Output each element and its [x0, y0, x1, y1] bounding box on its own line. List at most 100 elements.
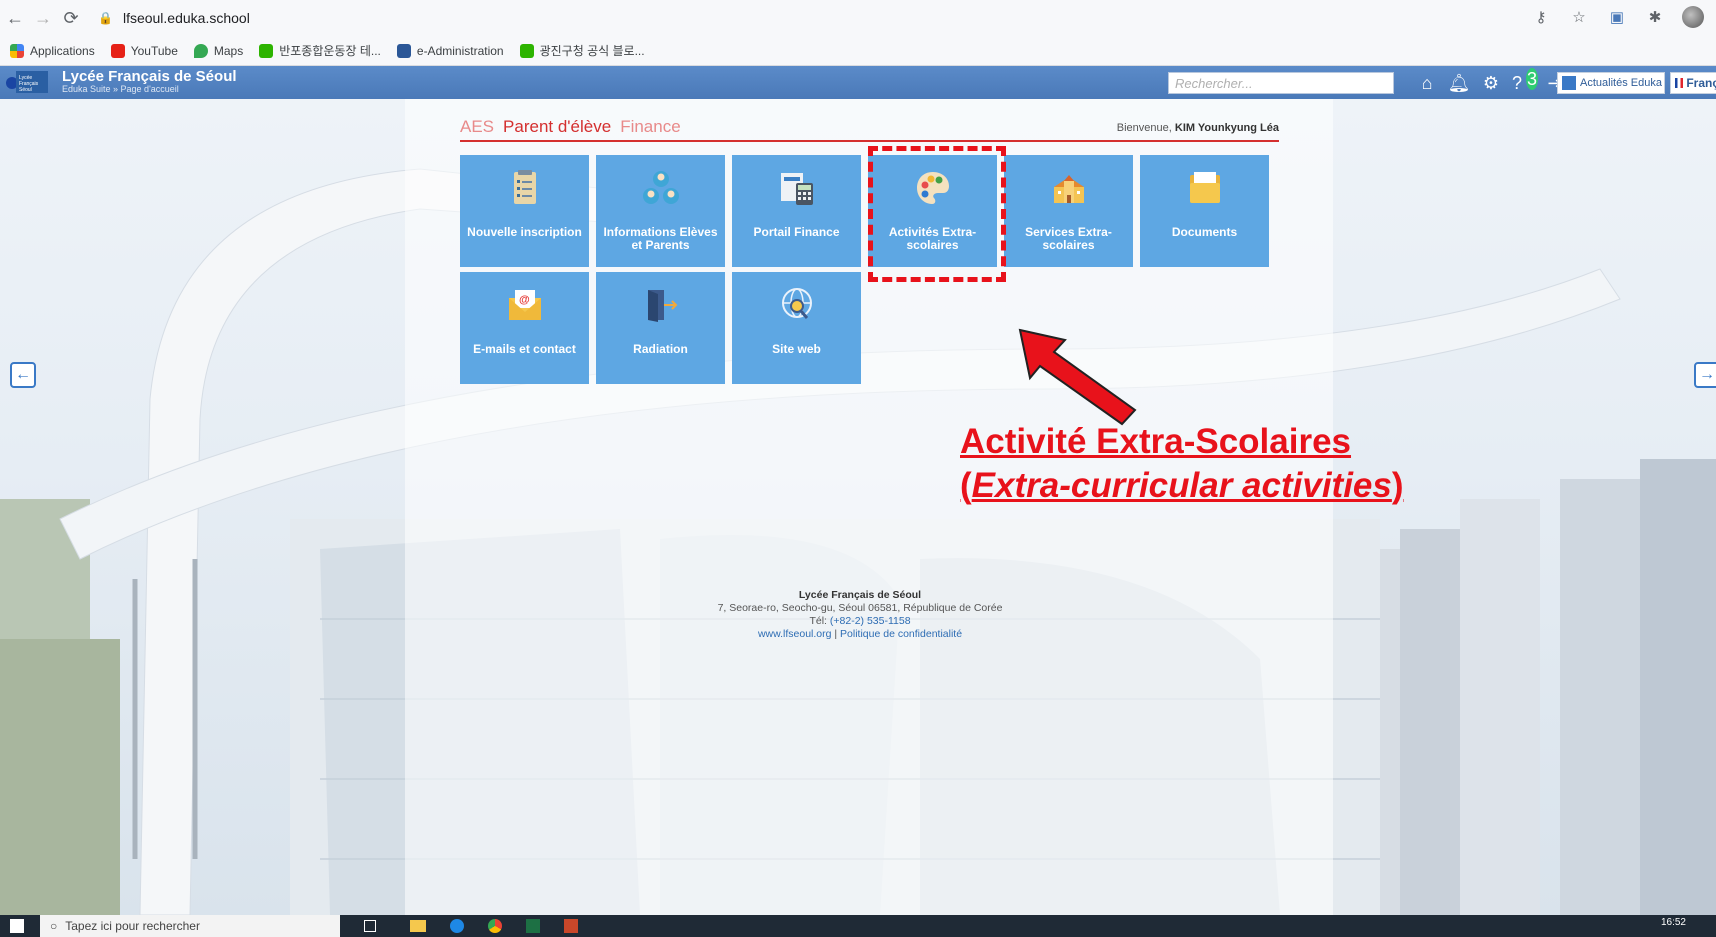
settings-gear-icon[interactable]: ⚙: [1480, 72, 1502, 94]
bookmark-youtube[interactable]: YouTube: [110, 43, 178, 58]
bookmarks-bar: Applications YouTube Maps 반포종합운동장 테... e…: [0, 36, 1716, 66]
bookmark-label: 반포종합운동장 테...: [279, 44, 381, 58]
svg-text:Séoul: Séoul: [19, 87, 32, 93]
school-icon: [1054, 175, 1084, 203]
tile-label: Site web: [772, 342, 821, 356]
annotation-paren-open: (: [960, 466, 972, 505]
clipboard-icon: [514, 170, 536, 204]
tile-student-parent-info[interactable]: Informations Elèves et Parents: [596, 155, 725, 267]
language-selector[interactable]: Franç: [1670, 72, 1716, 94]
home-icon[interactable]: ⌂: [1416, 72, 1438, 94]
windows-start-icon[interactable]: [10, 919, 24, 933]
key-icon[interactable]: ⚷: [1530, 6, 1552, 28]
app-header: Lycée Français Séoul Lycée Français de S…: [0, 66, 1716, 99]
tile-label: Documents: [1171, 225, 1238, 239]
map-pin-icon: [193, 43, 208, 58]
bookmark-stadium[interactable]: 반포종합운동장 테...: [259, 42, 381, 59]
footer-privacy-link[interactable]: Politique de confidentialité: [840, 628, 962, 640]
bookmark-label: e-Administration: [416, 43, 504, 58]
clock-time[interactable]: 16:52: [1661, 917, 1686, 928]
browser-toolbar: ← → ⟳ 🔒 lfseoul.eduka.school ⚷ ☆ ▣ ✱: [0, 0, 1716, 36]
tile-label: Services Extra-scolaires: [1025, 225, 1112, 252]
extension-icon[interactable]: ▣: [1606, 6, 1628, 28]
profile-avatar[interactable]: [1682, 6, 1704, 28]
breadcrumb: Eduka Suite » Page d'accueil: [62, 84, 179, 94]
france-flag-icon: [1675, 78, 1684, 88]
file-explorer-icon[interactable]: [410, 920, 426, 932]
previous-slide-arrow-icon[interactable]: ←: [10, 362, 36, 388]
forward-arrow-icon[interactable]: →: [30, 5, 56, 31]
app-title: Lycée Français de Séoul: [62, 68, 237, 85]
tile-new-registration[interactable]: Nouvelle inscription: [460, 155, 589, 267]
annotation-translation: Extra-curricular activities: [971, 466, 1392, 505]
taskbar-search-placeholder: Tapez ici pour rechercher: [65, 919, 200, 933]
reload-icon[interactable]: ⟳: [58, 5, 84, 31]
bookmark-maps[interactable]: Maps: [193, 43, 244, 58]
annotation-paren-close: ): [1391, 466, 1404, 505]
tile-extracurricular-services[interactable]: Services Extra-scolaires: [1004, 155, 1133, 267]
bookmark-label: 광진구청 공식 블로...: [539, 44, 645, 58]
tile-label: Nouvelle inscription: [467, 225, 582, 239]
tab-finance[interactable]: Finance: [620, 117, 680, 137]
door-exit-icon: [648, 290, 678, 322]
news-icon: [1562, 76, 1576, 90]
search-input[interactable]: Rechercher...: [1168, 72, 1394, 94]
bookmark-applications[interactable]: Applications: [10, 43, 95, 58]
footer-school-name: Lycée Français de Séoul: [798, 589, 922, 601]
powerpoint-icon[interactable]: [564, 919, 578, 933]
next-slide-arrow-icon[interactable]: →: [1694, 362, 1716, 388]
tile-emails-contact[interactable]: @ E-mails et contact: [460, 272, 589, 384]
bookmark-e-administration[interactable]: e-Administration: [396, 43, 504, 58]
school-footer: Lycée Français de Séoul 7, Seorae-ro, Se…: [640, 589, 1080, 641]
bookmark-gwangjin[interactable]: 광진구청 공식 블로...: [519, 42, 645, 59]
taskbar-search[interactable]: ○ Tapez ici pour rechercher: [40, 915, 340, 937]
annotation-line2: (Extra-curricular activities): [960, 464, 1404, 508]
bell-icon[interactable]: 🔔︎: [1448, 72, 1471, 94]
chrome-icon[interactable]: [488, 919, 502, 933]
calculator-icon: [781, 173, 813, 205]
tab-underline: [460, 140, 1279, 142]
highlight-box: [868, 146, 1006, 282]
web-search-icon: [782, 288, 812, 319]
annotation-line1: Activité Extra-Scolaires: [960, 422, 1352, 461]
tile-label: Radiation: [633, 342, 688, 356]
news-button-label: Actualités Eduka: [1580, 77, 1662, 89]
search-icon: ○: [50, 919, 58, 933]
task-view-icon[interactable]: [364, 920, 376, 932]
school-logo[interactable]: Lycée Français Séoul: [6, 69, 50, 95]
user-name[interactable]: KIM Younkyung Léa: [1175, 122, 1279, 134]
bookmark-label: YouTube: [130, 43, 178, 58]
star-icon[interactable]: ☆: [1568, 6, 1590, 28]
tile-documents[interactable]: Documents: [1140, 155, 1269, 267]
tab-aes[interactable]: AES: [460, 117, 494, 137]
svg-text:@: @: [519, 294, 530, 306]
calendar-icon: [396, 43, 411, 58]
role-tabs: AES Parent d'élève Finance: [460, 117, 681, 137]
help-icon[interactable]: ? 3: [1512, 68, 1538, 94]
tile-website[interactable]: Site web: [732, 272, 861, 384]
youtube-icon: [110, 43, 125, 58]
excel-icon[interactable]: [526, 919, 540, 933]
language-label: Franç: [1686, 76, 1716, 90]
url-text: lfseoul.eduka.school: [122, 10, 250, 26]
annotation-text: Activité Extra-Scolaires (Extra-curricul…: [960, 420, 1404, 508]
back-arrow-icon[interactable]: ←: [2, 5, 28, 31]
tile-finance-portal[interactable]: Portail Finance: [732, 155, 861, 267]
folder-icon: [1190, 172, 1220, 203]
lock-icon: 🔒: [98, 11, 113, 25]
footer-phone-link[interactable]: (+82-2) 535-1158: [830, 615, 911, 627]
tile-radiation[interactable]: Radiation: [596, 272, 725, 384]
welcome-prefix: Bienvenue,: [1116, 122, 1172, 134]
tile-label: Portail Finance: [753, 225, 840, 239]
footer-separator: |: [834, 628, 838, 640]
email-icon: @: [509, 290, 541, 320]
puzzle-icon[interactable]: ✱: [1644, 6, 1666, 28]
address-bar[interactable]: 🔒 lfseoul.eduka.school: [98, 10, 250, 26]
news-button[interactable]: Actualités Eduka: [1557, 72, 1665, 94]
tab-parent[interactable]: Parent d'élève: [503, 117, 611, 137]
bookmark-label: Maps: [213, 43, 244, 58]
tile-label: Informations Elèves et Parents: [603, 225, 718, 252]
tile-label: E-mails et contact: [473, 342, 576, 356]
edge-icon[interactable]: [450, 919, 464, 933]
footer-website-link[interactable]: www.lfseoul.org: [758, 628, 832, 640]
